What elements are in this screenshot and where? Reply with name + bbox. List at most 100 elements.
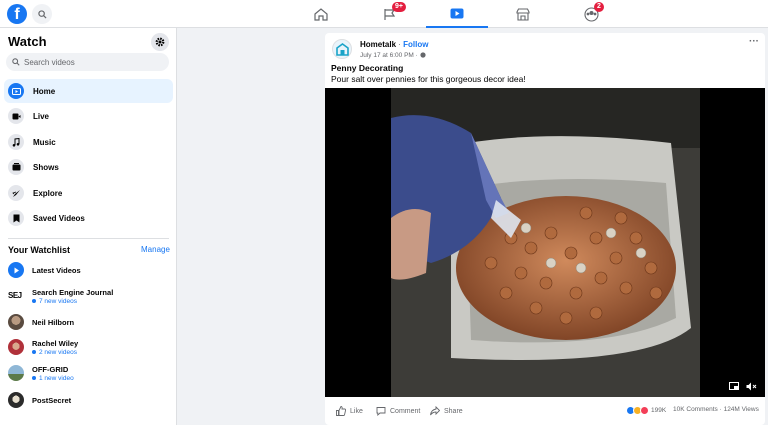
gear-icon [155,37,165,47]
love-reaction-icon [640,406,649,415]
watchlist-item-search-engine-journal[interactable]: SEJ Search Engine Journal 7 new videos [8,285,173,307]
like-button[interactable]: Like [336,406,363,416]
settings-button[interactable] [151,33,169,51]
video-post: Hometalk · Follow July 17 at 6:00 PM · ·… [325,33,765,425]
live-icon [8,108,24,124]
like-label: Like [350,407,363,415]
bookmark-icon [8,210,24,226]
comments-count-link[interactable]: 10K Comments [673,406,718,413]
sidebar-item-label: Music [33,137,56,147]
search-icon [12,58,20,66]
watchlist-item-name: Neil Hilborn [32,317,75,327]
post-header-line: Hometalk · Follow [360,40,428,49]
reactions-summary[interactable]: 199K [626,406,666,415]
new-videos-count: 1 new video [32,375,74,382]
sidebar-item-label: Shows [33,162,59,172]
unread-dot [32,376,36,380]
watch-icon [450,8,464,18]
comment-icon [376,407,386,416]
top-navigation-bar: f 9+ 2 [0,0,768,28]
post-title: Penny Decorating [331,63,404,73]
tab-watch[interactable] [426,0,488,28]
follow-button[interactable]: Follow [403,40,428,49]
notification-badge: 2 [594,2,604,12]
mute-button[interactable] [745,380,757,392]
video-still-image [391,88,700,397]
sidebar-item-saved-videos[interactable]: Saved Videos [4,206,173,230]
manage-watchlist-link[interactable]: Manage [141,245,170,254]
search-videos-box[interactable] [6,53,169,71]
new-videos-count: 7 new videos [32,298,113,305]
speaker-muted-icon [746,382,756,390]
watchlist-item-name: OFF-GRID [32,364,69,374]
sidebar-item-music[interactable]: Music [4,130,173,154]
new-videos-text: 1 new video [39,374,74,382]
post-action-bar: Like Comment Share 199K 10K Comments · 1… [325,397,765,425]
sej-logo: SEJ [8,288,24,304]
watchlist-item-postsecret[interactable]: PostSecret [8,389,173,411]
page-avatar[interactable] [332,39,352,59]
more-options-button[interactable]: ··· [749,36,759,47]
thumbs-up-icon [336,406,346,416]
watch-sidebar: Watch Home Live Music Shows Explore Save… [0,28,177,425]
watchlist-item-neil-hilborn[interactable]: Neil Hilborn [8,311,173,333]
watchlist-item-off-grid[interactable]: OFF-GRID 1 new video [8,362,173,384]
sidebar-item-shows[interactable]: Shows [4,155,173,179]
comment-button[interactable]: Comment [376,406,420,416]
avatar [8,365,24,381]
tab-groups[interactable]: 2 [560,0,622,28]
watchlist-item-name: Search Engine Journal [32,287,114,297]
avatar [8,339,24,355]
new-videos-count: 2 new videos [32,349,78,356]
tab-pages[interactable]: 9+ [358,0,420,28]
unread-dot [32,299,36,303]
post-stats: 10K Comments · 124M Views [673,406,759,413]
globe-icon [420,52,426,58]
sidebar-item-live[interactable]: Live [4,104,173,128]
watchlist-item-name: Latest Videos [32,265,81,275]
divider [8,238,169,239]
watchlist-item-rachel-wiley[interactable]: Rachel Wiley 2 new videos [8,336,173,358]
play-icon [8,262,24,278]
search-icon [37,9,47,19]
search-button[interactable] [32,4,52,24]
post-description: Pour salt over pennies for this gorgeous… [331,74,526,84]
share-label: Share [444,407,463,415]
sidebar-item-home[interactable]: Home [4,79,173,103]
search-input[interactable] [24,57,164,67]
new-videos-text: 7 new videos [39,297,77,305]
page-name-link[interactable]: Hometalk [360,40,396,49]
facebook-logo[interactable]: f [7,4,27,24]
new-videos-text: 2 new videos [39,348,77,356]
marketplace-icon [516,7,530,21]
rocket-icon [8,185,24,201]
video-frame [391,88,700,397]
share-icon [430,406,440,416]
hometalk-logo-icon [335,42,349,56]
picture-in-picture-icon [729,382,739,390]
unread-dot [32,350,36,354]
shows-icon [8,159,24,175]
page-title: Watch [8,34,47,49]
picture-in-picture-button[interactable] [728,380,740,392]
avatar [8,314,24,330]
watch-icon [8,83,24,99]
video-player[interactable] [325,88,765,397]
watchlist-title: Your Watchlist [8,245,71,255]
sidebar-item-label: Live [33,111,50,121]
tab-home[interactable] [290,0,352,28]
timestamp-text: July 17 at 6:00 PM · [360,52,420,59]
watchlist-item-latest-videos[interactable]: Latest Videos [8,259,173,281]
reaction-count: 199K [651,407,667,414]
sidebar-item-explore[interactable]: Explore [4,181,173,205]
share-button[interactable]: Share [430,406,463,416]
views-count: 124M Views [723,406,759,413]
post-timestamp[interactable]: July 17 at 6:00 PM · [360,52,426,59]
sidebar-item-label: Saved Videos [33,213,85,223]
avatar [8,392,24,408]
watchlist-item-name: Rachel Wiley [32,338,79,348]
music-note-icon [8,134,24,150]
watchlist-item-name: PostSecret [32,395,72,405]
tab-marketplace[interactable] [492,0,554,28]
sidebar-item-label: Explore [33,188,63,198]
